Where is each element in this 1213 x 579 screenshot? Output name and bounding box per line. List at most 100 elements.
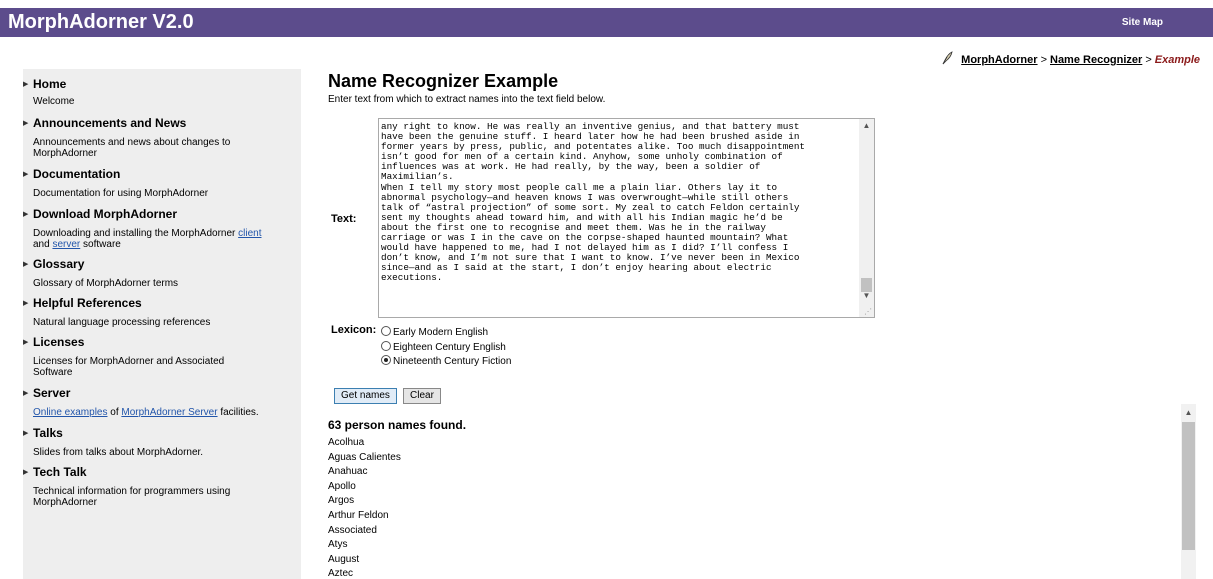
app-title[interactable]: MorphAdorner V2.0 (8, 10, 194, 35)
radio-button-selected[interactable] (381, 355, 391, 365)
sidebar-item-desc: Slides from talks about MorphAdorner. (33, 447, 204, 458)
sidebar-item-download: ▶ Download MorphAdorner Downloading and i… (23, 207, 301, 250)
list-item: Associated (328, 524, 377, 536)
sidebar-item-announcements: ▶ Announcements and News Announcements an… (23, 116, 301, 159)
list-item: Apollo (328, 480, 356, 492)
results-scroll-thumb[interactable] (1182, 422, 1195, 550)
expand-triangle-icon: ▶ (23, 81, 29, 88)
sidebar-item-desc: Welcome (33, 96, 75, 107)
sidebar: ▶ Home Welcome ▶ Announcements and News An… (23, 69, 301, 579)
sidebar-link-helpful-references[interactable]: ▶ Helpful References (23, 296, 301, 311)
sidebar-item-desc: Natural language processing references (33, 317, 211, 328)
sidebar-item-label: Home (33, 77, 67, 91)
sidebar-item-helpful-references: ▶ Helpful References Natural language pro… (23, 296, 301, 328)
radio-label: Eighteen Century English (393, 342, 506, 353)
sidebar-item-licenses: ▶ Licenses Licenses for MorphAdorner and … (23, 335, 301, 378)
sidebar-item-label: Tech Talk (33, 465, 87, 479)
client-link[interactable]: client (238, 228, 261, 239)
list-item: Atys (328, 539, 348, 551)
list-item: Argos (328, 495, 355, 507)
sidebar-item-desc: Downloading and installing the MorphAdor… (23, 228, 263, 250)
sidebar-item-glossary: ▶ Glossary Glossary of MorphAdorner terms (23, 257, 301, 289)
breadcrumb-separator: > (1040, 54, 1047, 66)
expand-triangle-icon: ▶ (23, 339, 29, 346)
radio-label: Nineteenth Century Fiction (393, 356, 512, 367)
online-examples-link[interactable]: Online examples (33, 407, 107, 418)
desc-text: Downloading and installing the MorphAdor… (33, 228, 239, 239)
sidebar-link-home[interactable]: ▶ Home (23, 77, 301, 92)
lexicon-option-eighteen-century[interactable]: Eighteen Century English (381, 341, 506, 354)
sidebar-item-desc: Technical information for programmers us… (33, 486, 231, 508)
sidebar-item-label: Documentation (33, 167, 121, 181)
sidebar-item-desc: Announcements and news about changes to … (33, 137, 231, 159)
site-map-link[interactable]: Site Map (1122, 17, 1163, 29)
sidebar-item-talks: ▶ Talks Slides from talks about MorphAdor… (23, 426, 301, 458)
sidebar-link-tech-talk[interactable]: ▶ Tech Talk (23, 465, 301, 480)
list-item: August (328, 553, 360, 565)
sidebar-link-licenses[interactable]: ▶ Licenses (23, 335, 301, 350)
get-names-button[interactable]: Get names (334, 388, 397, 404)
morphadorner-server-link[interactable]: MorphAdorner Server (121, 407, 217, 418)
expand-triangle-icon: ▶ (23, 430, 29, 437)
list-item: Anahuac (328, 466, 368, 478)
sidebar-item-desc: Online examples of MorphAdorner Server f… (23, 407, 293, 418)
sidebar-item-server: ▶ Server Online examples of MorphAdorner … (23, 386, 301, 418)
text-field-label: Text: (331, 213, 357, 225)
sidebar-item-tech-talk: ▶ Tech Talk Technical information for pro… (23, 465, 301, 508)
expand-triangle-icon: ▶ (23, 120, 29, 127)
expand-triangle-icon: ▶ (23, 300, 29, 307)
expand-triangle-icon: ▶ (23, 171, 29, 178)
sidebar-link-glossary[interactable]: ▶ Glossary (23, 257, 301, 272)
sidebar-item-label: Helpful References (33, 296, 142, 310)
sidebar-link-announcements[interactable]: ▶ Announcements and News (23, 116, 301, 131)
sidebar-link-documentation[interactable]: ▶ Documentation (23, 167, 301, 182)
breadcrumb-name-recognizer[interactable]: Name Recognizer (1050, 54, 1142, 66)
list-item: Arthur Feldon (328, 509, 389, 521)
lexicon-option-nineteenth-century[interactable]: Nineteenth Century Fiction (381, 355, 511, 368)
desc-text: facilities. (217, 407, 259, 418)
sidebar-item-label: Glossary (33, 257, 85, 271)
sidebar-item-desc: Licenses for MorphAdorner and Associated… (33, 356, 225, 378)
breadcrumb-current: Example (1154, 54, 1200, 66)
clear-button[interactable]: Clear (403, 388, 441, 404)
expand-triangle-icon: ▶ (23, 390, 29, 397)
instructions-text: Enter text from which to extract names i… (328, 94, 606, 105)
textarea-scrollbar[interactable]: ▲ ▼ (859, 119, 874, 317)
header-bar: MorphAdorner V2.0 Site Map (0, 8, 1213, 37)
expand-triangle-icon: ▶ (23, 211, 29, 218)
breadcrumb-separator: > (1145, 54, 1152, 66)
sidebar-link-download[interactable]: ▶ Download MorphAdorner (23, 207, 301, 222)
breadcrumb-morphadorner[interactable]: MorphAdorner (961, 54, 1037, 66)
sidebar-item-label: Licenses (33, 335, 85, 349)
list-item: Aguas Calientes (328, 451, 401, 463)
sidebar-item-label: Announcements and News (33, 116, 187, 130)
sidebar-item-label: Download MorphAdorner (33, 207, 177, 221)
sidebar-link-talks[interactable]: ▶ Talks (23, 426, 301, 441)
list-item: Acolhua (328, 437, 365, 448)
expand-triangle-icon: ▶ (23, 261, 29, 268)
sidebar-item-desc: Documentation for using MorphAdorner (33, 188, 209, 199)
radio-button[interactable] (381, 326, 391, 336)
scroll-down-icon[interactable]: ▼ (859, 289, 874, 303)
results-scrollbar[interactable]: ▲ (1181, 404, 1196, 579)
server-link[interactable]: server (52, 239, 80, 250)
scroll-up-icon[interactable]: ▲ (859, 119, 874, 133)
sidebar-item-label: Talks (33, 426, 63, 440)
resize-grip-icon[interactable]: ⋰ (864, 307, 872, 316)
sidebar-link-server[interactable]: ▶ Server (23, 386, 301, 401)
list-item: Aztec (328, 568, 354, 579)
radio-button[interactable] (381, 341, 391, 351)
names-list: Acolhua Aguas Calientes Anahuac Apollo A… (328, 436, 401, 579)
breadcrumb: MorphAdorner > Name Recognizer > Example (940, 51, 1200, 67)
sidebar-item-documentation: ▶ Documentation Documentation for using M… (23, 167, 301, 199)
expand-triangle-icon: ▶ (23, 469, 29, 476)
lexicon-label: Lexicon: (331, 324, 377, 336)
results-title: 63 person names found. (328, 418, 467, 432)
scroll-up-icon[interactable]: ▲ (1181, 404, 1196, 421)
text-input-area[interactable]: any right to know. He was really an inve… (378, 118, 875, 318)
text-input-content[interactable]: any right to know. He was really an inve… (381, 121, 859, 284)
sidebar-item-home: ▶ Home Welcome (23, 77, 301, 107)
page-title: Name Recognizer Example (328, 71, 559, 91)
quill-icon (940, 51, 954, 65)
lexicon-option-early-modern[interactable]: Early Modern English (381, 326, 488, 339)
